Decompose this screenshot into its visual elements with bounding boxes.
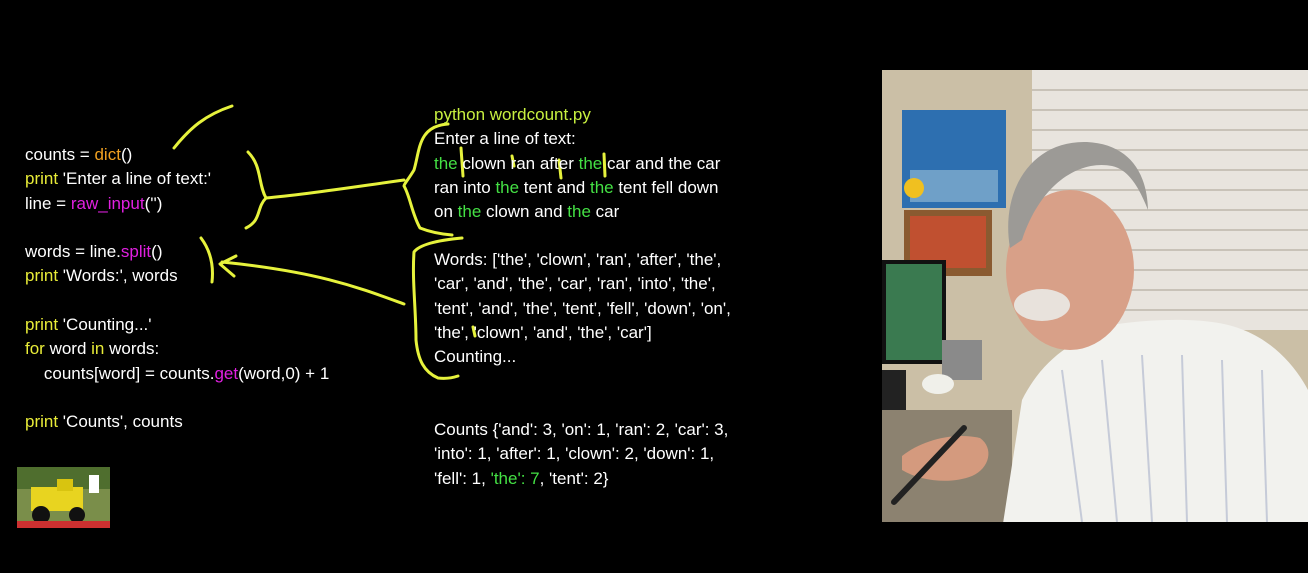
text-span: Enter a line of text:	[434, 129, 576, 149]
terminal-line: Counting...	[434, 345, 731, 369]
text-span: 'car', 'and', 'the', 'car', 'ran', 'into…	[434, 274, 716, 294]
terminal-counts-output: Counts {'and': 3, 'on': 1, 'ran': 2, 'ca…	[434, 418, 728, 491]
course-thumbnail	[17, 467, 110, 528]
code-line: counts[word] = counts.get(word,0) + 1	[25, 362, 329, 386]
text-span: print	[25, 315, 59, 335]
text-span: the	[495, 177, 520, 197]
terminal-line: python wordcount.py	[434, 103, 720, 127]
text-span: Counting...	[434, 347, 517, 367]
text-span: the	[434, 153, 458, 173]
text-span: 'the': 7	[490, 468, 540, 488]
terminal-words-output: Words: ['the', 'clown', 'ran', 'after', …	[434, 248, 731, 369]
code-line: line = raw_input('')	[25, 192, 329, 216]
code-line: print 'Words:', words	[25, 264, 329, 288]
terminal-line: Counts {'and': 3, 'on': 1, 'ran': 2, 'ca…	[434, 418, 728, 442]
text-span: counts[word] = counts.	[25, 363, 215, 383]
text-span: print	[25, 169, 59, 189]
text-span: (word,0) + 1	[238, 363, 330, 383]
text-span: ('')	[144, 193, 163, 213]
text-span: words:	[104, 339, 160, 359]
terminal-line: the clown ran after the car and the car	[434, 152, 720, 176]
text-span: split	[120, 242, 152, 262]
text-span: 'the', 'clown', 'and', 'the', 'car']	[434, 322, 652, 342]
text-span: 'Enter a line of text:'	[58, 169, 212, 189]
text-span: for	[25, 339, 45, 359]
text-span: in	[91, 339, 105, 359]
terminal-line: 'into': 1, 'after': 1, 'clown': 2, 'down…	[434, 442, 728, 466]
text-span: ()	[151, 242, 163, 262]
text-span: car	[590, 202, 620, 222]
text-span: raw_input	[70, 193, 145, 213]
ink-arc-top	[172, 104, 234, 150]
text-span: get	[214, 363, 239, 383]
text-span: print	[25, 412, 59, 432]
text-span: words = line.	[25, 242, 121, 262]
text-span: , 'tent': 2}	[539, 468, 609, 488]
terminal-line: 'car', 'and', 'the', 'car', 'ran', 'into…	[434, 272, 731, 296]
text-span: clown and	[481, 202, 568, 222]
text-span: tent and	[519, 177, 590, 197]
text-span: 'into': 1, 'after': 1, 'clown': 2, 'down…	[434, 444, 715, 464]
text-span: ()	[120, 145, 133, 164]
text-span: line =	[25, 193, 71, 213]
text-span: car and the car	[602, 153, 721, 173]
terminal-line: 'the', 'clown', 'and', 'the', 'car']	[434, 321, 731, 345]
text-span: 'Counting...'	[58, 315, 152, 335]
text-span: counts =	[25, 145, 95, 164]
terminal-line: Enter a line of text:	[434, 127, 720, 151]
code-line: print 'Counts', counts	[25, 410, 329, 434]
text-span: tent fell down	[613, 177, 719, 197]
text-span: 'tent', 'and', 'the', 'tent', 'fell', 'd…	[434, 298, 731, 318]
text-span: the	[589, 177, 614, 197]
text-span: Words: ['the', 'clown', 'ran', 'after', …	[434, 250, 722, 269]
text-span: dict	[94, 145, 121, 164]
terminal-line: ran into the tent and the tent fell down	[434, 176, 720, 200]
text-span: clown ran after	[457, 153, 579, 173]
code-line: words = line.split()	[25, 240, 329, 264]
text-span: word	[44, 339, 92, 359]
terminal-line: 'fell': 1, 'the': 7, 'tent': 2}	[434, 467, 728, 491]
code-line: counts = dict()	[25, 143, 329, 167]
code-line: print 'Enter a line of text:'	[25, 167, 329, 191]
text-span: 'fell': 1,	[434, 468, 491, 488]
text-span: the	[578, 153, 603, 173]
terminal-line: Words: ['the', 'clown', 'ran', 'after', …	[434, 248, 731, 272]
instructor-video	[882, 70, 1308, 522]
code-line: print 'Counting...'	[25, 313, 329, 337]
terminal-line: on the clown and the car	[434, 200, 720, 224]
terminal-line: 'tent', 'and', 'the', 'tent', 'fell', 'd…	[434, 297, 731, 321]
text-span: on	[434, 202, 458, 222]
text-span: the	[567, 202, 591, 222]
text-span: the	[457, 202, 482, 222]
text-span: print	[25, 266, 59, 286]
terminal-input-block: python wordcount.py Enter a line of text:…	[434, 103, 720, 224]
text-span: 'Counts', counts	[58, 412, 183, 432]
code-line: for word in words:	[25, 337, 329, 361]
text-span: python wordcount.py	[434, 105, 591, 124]
text-span: ran into	[434, 177, 496, 197]
text-span: 'Words:', words	[58, 266, 178, 286]
text-span: Counts {'and': 3, 'on': 1, 'ran': 2, 'ca…	[434, 420, 729, 439]
code-listing: counts = dict() print 'Enter a line of te…	[25, 143, 329, 435]
